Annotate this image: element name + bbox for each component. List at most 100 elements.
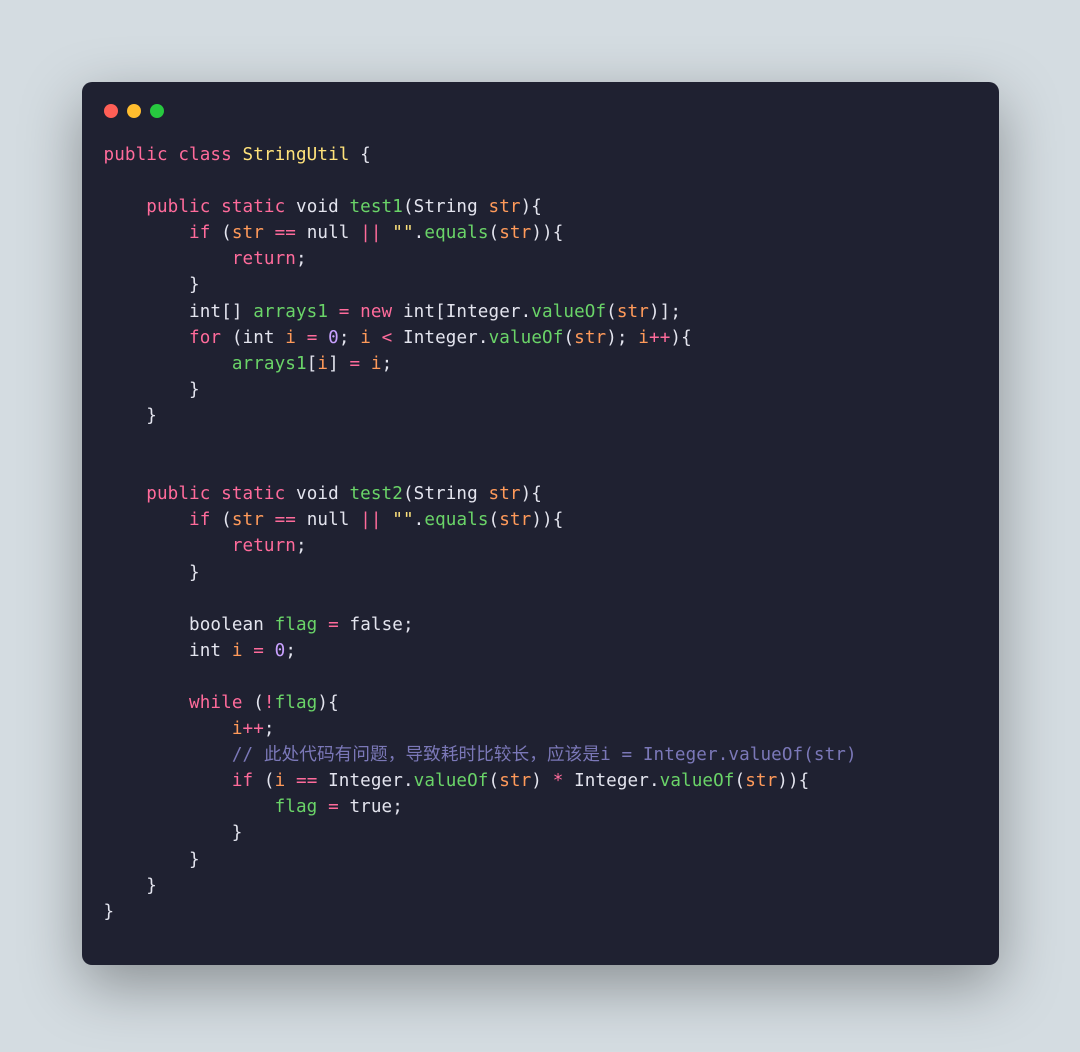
code-token: str	[745, 771, 777, 791]
code-token: class	[178, 145, 231, 165]
code-token: (	[253, 771, 274, 791]
code-token: (	[489, 223, 500, 243]
code-token	[104, 693, 190, 713]
code-token: return	[232, 249, 296, 269]
code-token	[104, 536, 232, 556]
code-token	[339, 197, 350, 217]
code-token: }	[104, 406, 157, 426]
code-token: str	[232, 223, 264, 243]
code-token	[478, 197, 489, 217]
code-token	[285, 484, 296, 504]
code-token: // 此处代码有问题，导致耗时比较长，应该是i = Integer.valueO…	[232, 745, 857, 765]
code-line: }	[104, 563, 200, 583]
code-token	[285, 197, 296, 217]
code-token: (	[221, 328, 242, 348]
code-token: i	[371, 354, 382, 374]
code-token: null	[307, 510, 350, 530]
code-token	[360, 354, 371, 374]
code-line: }	[104, 902, 115, 922]
code-token: []	[221, 302, 253, 322]
code-token: .	[414, 510, 425, 530]
code-token: (	[606, 302, 617, 322]
code-token: ==	[296, 771, 317, 791]
code-token: (	[563, 328, 574, 348]
code-token	[264, 615, 275, 635]
code-token: ;	[392, 797, 403, 817]
code-token: =	[307, 328, 318, 348]
code-token: .	[521, 302, 532, 322]
code-token: .	[478, 328, 489, 348]
code-token	[104, 354, 232, 374]
code-token	[264, 223, 275, 243]
code-token	[104, 771, 232, 791]
code-token	[349, 302, 360, 322]
code-line: }	[104, 275, 200, 295]
code-token: ++	[243, 719, 264, 739]
code-token: }	[104, 902, 115, 922]
minimize-icon[interactable]	[127, 104, 141, 118]
code-token: str	[499, 223, 531, 243]
code-token: i	[232, 719, 243, 739]
code-line: int[] arrays1 = new int[Integer.valueOf(…	[104, 302, 682, 322]
code-token: for	[189, 328, 221, 348]
code-token	[104, 197, 147, 217]
code-token: arrays1	[253, 302, 328, 322]
code-token: {	[349, 145, 370, 165]
code-token: test2	[349, 484, 402, 504]
code-token: ;	[339, 328, 360, 348]
code-token	[275, 328, 286, 348]
code-line: }	[104, 380, 200, 400]
close-icon[interactable]	[104, 104, 118, 118]
code-line: int i = 0;	[104, 641, 297, 661]
code-line: if (str == null || "".equals(str)){	[104, 510, 564, 530]
code-token	[349, 223, 360, 243]
code-token: str	[617, 302, 649, 322]
code-token	[296, 328, 307, 348]
code-token	[339, 615, 350, 635]
code-token: ){	[670, 328, 691, 348]
code-token	[264, 510, 275, 530]
code-token: (	[403, 484, 414, 504]
code-line: if (str == null || "".equals(str)){	[104, 223, 564, 243]
code-token	[296, 510, 307, 530]
code-token	[104, 615, 190, 635]
code-token: str	[489, 197, 521, 217]
code-token: int	[403, 302, 435, 322]
code-token: int	[243, 328, 275, 348]
code-token: i	[638, 328, 649, 348]
window-titlebar	[82, 82, 999, 132]
code-token: test1	[349, 197, 402, 217]
zoom-icon[interactable]	[150, 104, 164, 118]
code-line: for (int i = 0; i < Integer.valueOf(str)…	[104, 328, 692, 348]
code-token: (	[210, 510, 231, 530]
code-area: public class StringUtil { public static …	[82, 132, 999, 935]
code-token: i	[275, 771, 286, 791]
code-token: flag	[275, 693, 318, 713]
code-token: !	[264, 693, 275, 713]
code-token: i	[317, 354, 328, 374]
code-token: (	[243, 693, 264, 713]
code-token: false	[350, 615, 403, 635]
code-token: ""	[392, 510, 413, 530]
code-token: (	[403, 197, 414, 217]
code-token: }	[104, 380, 200, 400]
code-token: static	[221, 484, 285, 504]
code-token	[328, 302, 339, 322]
code-token	[392, 328, 403, 348]
code-token: boolean	[189, 615, 264, 635]
code-token: ){	[317, 693, 338, 713]
code-token: Integer	[446, 302, 521, 322]
code-token: ;	[296, 536, 307, 556]
code-token	[221, 641, 232, 661]
code-window: public class StringUtil { public static …	[82, 82, 999, 965]
code-token	[104, 249, 232, 269]
code-line: return;	[104, 249, 307, 269]
code-token: ;	[403, 615, 414, 635]
code-token	[317, 615, 328, 635]
code-token	[104, 797, 275, 817]
code-line: public class StringUtil {	[104, 145, 371, 165]
code-line: while (!flag){	[104, 693, 339, 713]
code-token	[382, 223, 393, 243]
code-token: ==	[275, 510, 296, 530]
code-line: boolean flag = false;	[104, 615, 414, 635]
